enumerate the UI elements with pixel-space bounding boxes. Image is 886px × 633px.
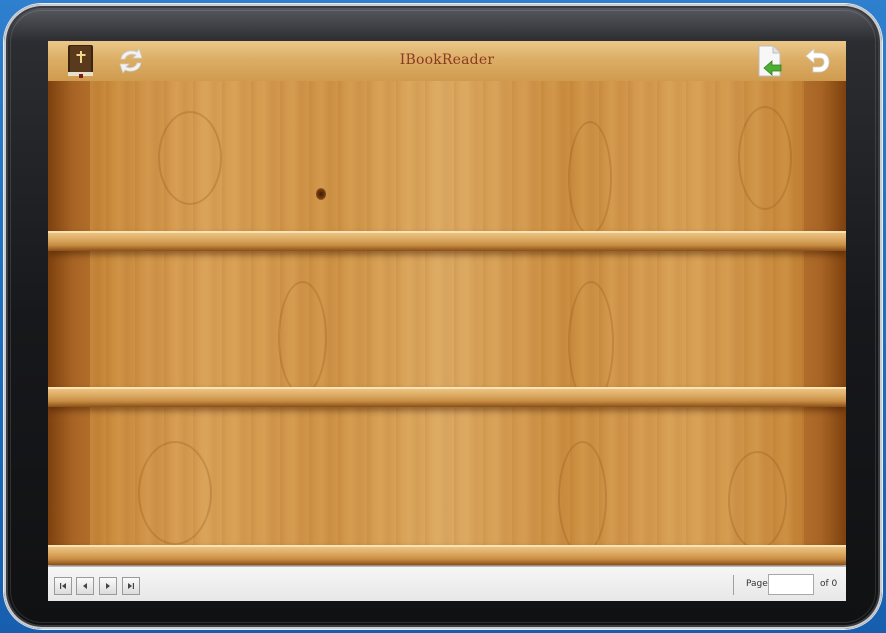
shelf-right-side <box>804 81 846 565</box>
pager-separator <box>733 575 734 595</box>
wood-knot <box>316 188 326 200</box>
shelf-left-side <box>48 81 90 565</box>
page-number-input[interactable] <box>768 574 814 595</box>
app-title: IBookReader <box>399 52 495 68</box>
tablet-frame: IBookReader Page of 0 <box>4 4 882 629</box>
bookshelf <box>48 81 846 565</box>
return-icon[interactable] <box>800 44 834 78</box>
next-page-icon[interactable] <box>99 577 117 595</box>
shelf-3 <box>48 545 846 565</box>
app-screen: IBookReader Page of 0 <box>48 41 846 601</box>
last-page-icon[interactable] <box>122 577 140 595</box>
first-page-icon[interactable] <box>54 577 72 595</box>
top-toolbar: IBookReader <box>48 41 846 82</box>
previous-page-icon[interactable] <box>76 577 94 595</box>
pager-bar: Page of 0 <box>48 566 846 601</box>
shelf-2 <box>48 387 846 407</box>
page-total-label: of 0 <box>820 579 838 589</box>
page-label: Page <box>746 579 768 589</box>
shelf-1 <box>48 231 846 251</box>
page-back-icon[interactable] <box>752 44 786 78</box>
